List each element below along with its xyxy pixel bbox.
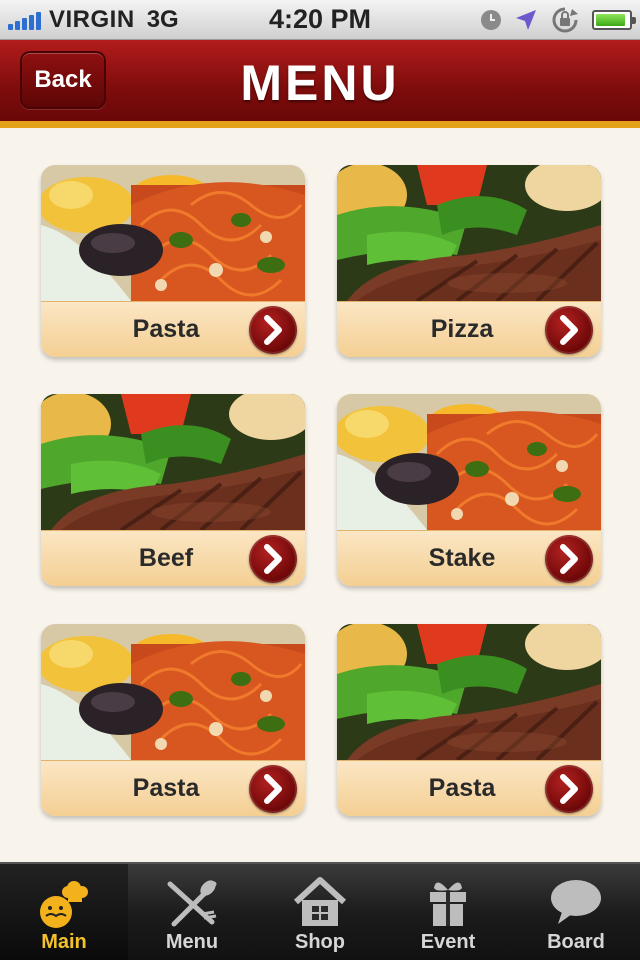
food-photo [41, 165, 305, 301]
location-arrow-icon [514, 8, 538, 32]
food-photo [337, 624, 601, 760]
nav-header: Back MENU [0, 40, 640, 128]
menu-card[interactable]: Pasta [41, 624, 305, 816]
chevron-right-icon[interactable] [545, 535, 593, 583]
tab-bar: Main Menu Shop Event Board [0, 862, 640, 960]
menu-card[interactable]: Beef [41, 394, 305, 586]
network-type: 3G [146, 6, 179, 33]
rotation-lock-icon [550, 6, 580, 34]
tab-menu[interactable]: Menu [128, 864, 256, 960]
chevron-right-icon[interactable] [249, 765, 297, 813]
chevron-right-icon[interactable] [545, 765, 593, 813]
food-photo [337, 394, 601, 530]
menu-card[interactable]: Pasta [41, 165, 305, 357]
menu-grid: Pasta Pizza Beef Stake Pasta Pasta [0, 135, 640, 860]
tab-label: Event [420, 931, 476, 953]
chevron-right-icon[interactable] [545, 306, 593, 354]
tab-shop[interactable]: Shop [256, 864, 384, 960]
chevron-right-icon[interactable] [249, 535, 297, 583]
clock-icon [480, 9, 502, 31]
battery-icon [592, 10, 636, 30]
gift-icon [430, 882, 466, 926]
status-bar: VIRGIN 3G 4:20 PM [0, 0, 640, 40]
chevron-right-icon[interactable] [249, 306, 297, 354]
tab-board[interactable]: Board [512, 864, 640, 960]
tab-label: Shop [295, 931, 345, 953]
menu-card[interactable]: Stake [337, 394, 601, 586]
tab-event[interactable]: Event [384, 864, 512, 960]
signal-icon [8, 10, 43, 30]
page-title: MENU [240, 55, 400, 111]
speech-bubble-icon [551, 880, 601, 924]
house-icon [293, 877, 347, 926]
food-photo [41, 624, 305, 760]
tab-label: Main [41, 931, 87, 953]
tab-label: Menu [165, 931, 219, 953]
food-photo [41, 394, 305, 530]
food-photo [337, 165, 601, 301]
tab-main[interactable]: Main [0, 864, 128, 960]
carrier-name: VIRGIN [49, 6, 135, 33]
fork-spoon-icon [167, 880, 217, 927]
chef-icon [40, 881, 88, 928]
menu-card[interactable]: Pasta [337, 624, 601, 816]
tab-label: Board [547, 931, 605, 953]
menu-card[interactable]: Pizza [337, 165, 601, 357]
